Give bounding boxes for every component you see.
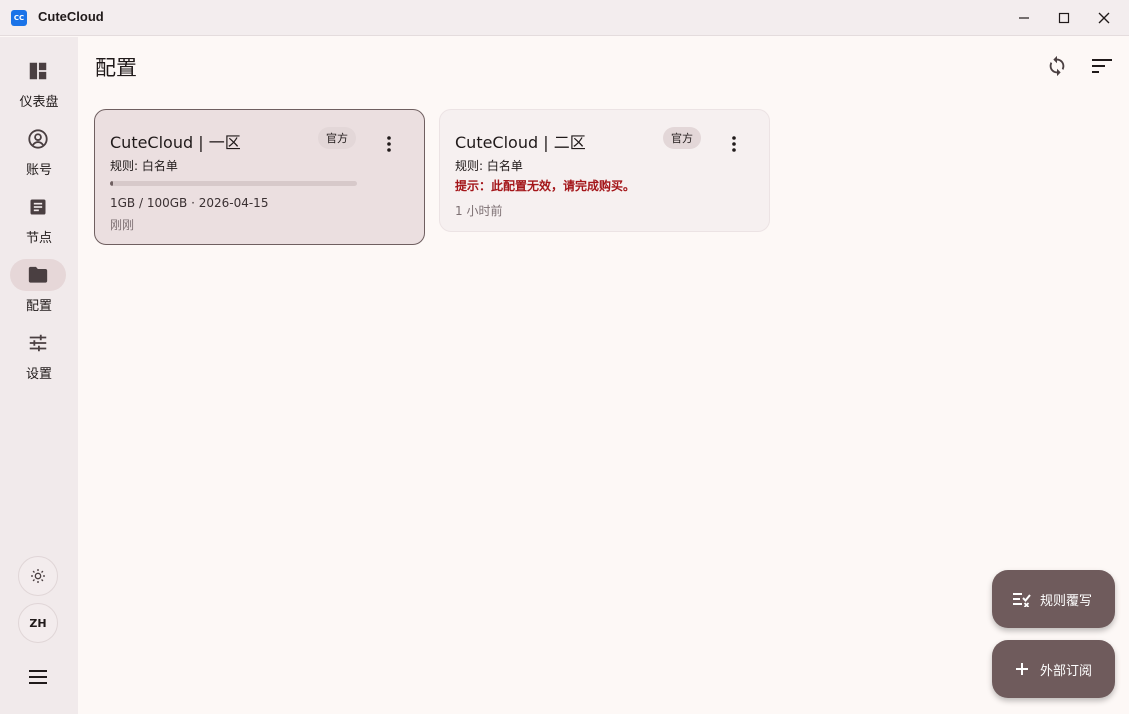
app-title: CuteCloud	[38, 9, 104, 24]
sidebar-item-settings[interactable]: 设置	[0, 327, 78, 387]
rule-checklist-icon	[1010, 587, 1034, 611]
external-subscription-button[interactable]: 外部订阅	[992, 640, 1115, 698]
account-icon	[28, 129, 48, 149]
more-vert-icon	[387, 136, 391, 152]
invalid-warning: 提示：此配置无效，请完成购买。	[455, 179, 636, 193]
app-logo-icon: CC	[11, 10, 27, 26]
maximize-button[interactable]	[1044, 0, 1084, 36]
sidebar-item-dashboard[interactable]: 仪表盘	[0, 55, 78, 115]
theme-toggle-button[interactable]	[18, 556, 58, 596]
more-options-button[interactable]	[377, 132, 401, 156]
profile-card[interactable]: CuteCloud | 一区 官方 规则: 白名单 1GB / 100GB · …	[94, 109, 425, 245]
sidebar-item-account[interactable]: 账号	[0, 123, 78, 183]
close-icon	[1098, 12, 1110, 24]
profile-rule: 规则: 白名单	[455, 159, 523, 173]
usage-progress-fill	[110, 181, 113, 186]
usage-text: 1GB / 100GB · 2026-04-15	[110, 196, 269, 210]
page-title: 配置	[95, 56, 137, 80]
menu-button[interactable]	[18, 657, 58, 697]
title-bar: CC CuteCloud	[0, 0, 1129, 36]
folder-icon	[28, 266, 48, 283]
sidebar: 仪表盘 账号 节点 配置 设置 ZH	[0, 37, 78, 714]
sidebar-item-label: 仪表盘	[19, 95, 59, 110]
refresh-button[interactable]	[1039, 48, 1075, 84]
updated-time: 刚刚	[110, 218, 135, 232]
rules-override-button[interactable]: 规则覆写	[992, 570, 1115, 628]
brightness-icon	[31, 569, 45, 583]
sort-button[interactable]	[1084, 48, 1120, 84]
dashboard-icon	[29, 62, 47, 80]
rules-override-label: 规则覆写	[1040, 593, 1093, 609]
nodes-icon	[30, 199, 46, 215]
profile-name: CuteCloud | 一区	[110, 133, 241, 152]
add-icon	[1010, 657, 1034, 681]
profile-card[interactable]: CuteCloud | 二区 官方 规则: 白名单 提示：此配置无效，请完成购买…	[439, 109, 770, 232]
sort-icon	[1092, 59, 1112, 73]
minimize-button[interactable]	[1004, 0, 1044, 36]
tune-icon	[29, 334, 47, 352]
updated-time: 1 小时前	[455, 204, 503, 218]
sidebar-item-label: 配置	[25, 299, 52, 314]
sidebar-item-label: 设置	[25, 367, 52, 382]
sync-icon	[1049, 55, 1065, 77]
sidebar-item-profiles[interactable]: 配置	[0, 259, 78, 319]
usage-progress-bar	[110, 181, 357, 186]
official-badge: 官方	[318, 127, 356, 149]
language-button[interactable]: ZH	[18, 603, 58, 643]
sidebar-item-label: 账号	[25, 163, 52, 178]
sidebar-item-nodes[interactable]: 节点	[0, 191, 78, 251]
maximize-icon	[1058, 12, 1070, 24]
close-button[interactable]	[1084, 0, 1124, 36]
sidebar-item-label: 节点	[25, 231, 52, 246]
more-options-button[interactable]	[722, 132, 746, 156]
official-badge: 官方	[663, 127, 701, 149]
profile-name: CuteCloud | 二区	[455, 133, 586, 152]
menu-icon	[29, 670, 47, 684]
profile-rule: 规则: 白名单	[110, 159, 178, 173]
external-subscription-label: 外部订阅	[1040, 663, 1093, 679]
more-vert-icon	[732, 136, 736, 152]
minimize-icon	[1019, 17, 1029, 19]
